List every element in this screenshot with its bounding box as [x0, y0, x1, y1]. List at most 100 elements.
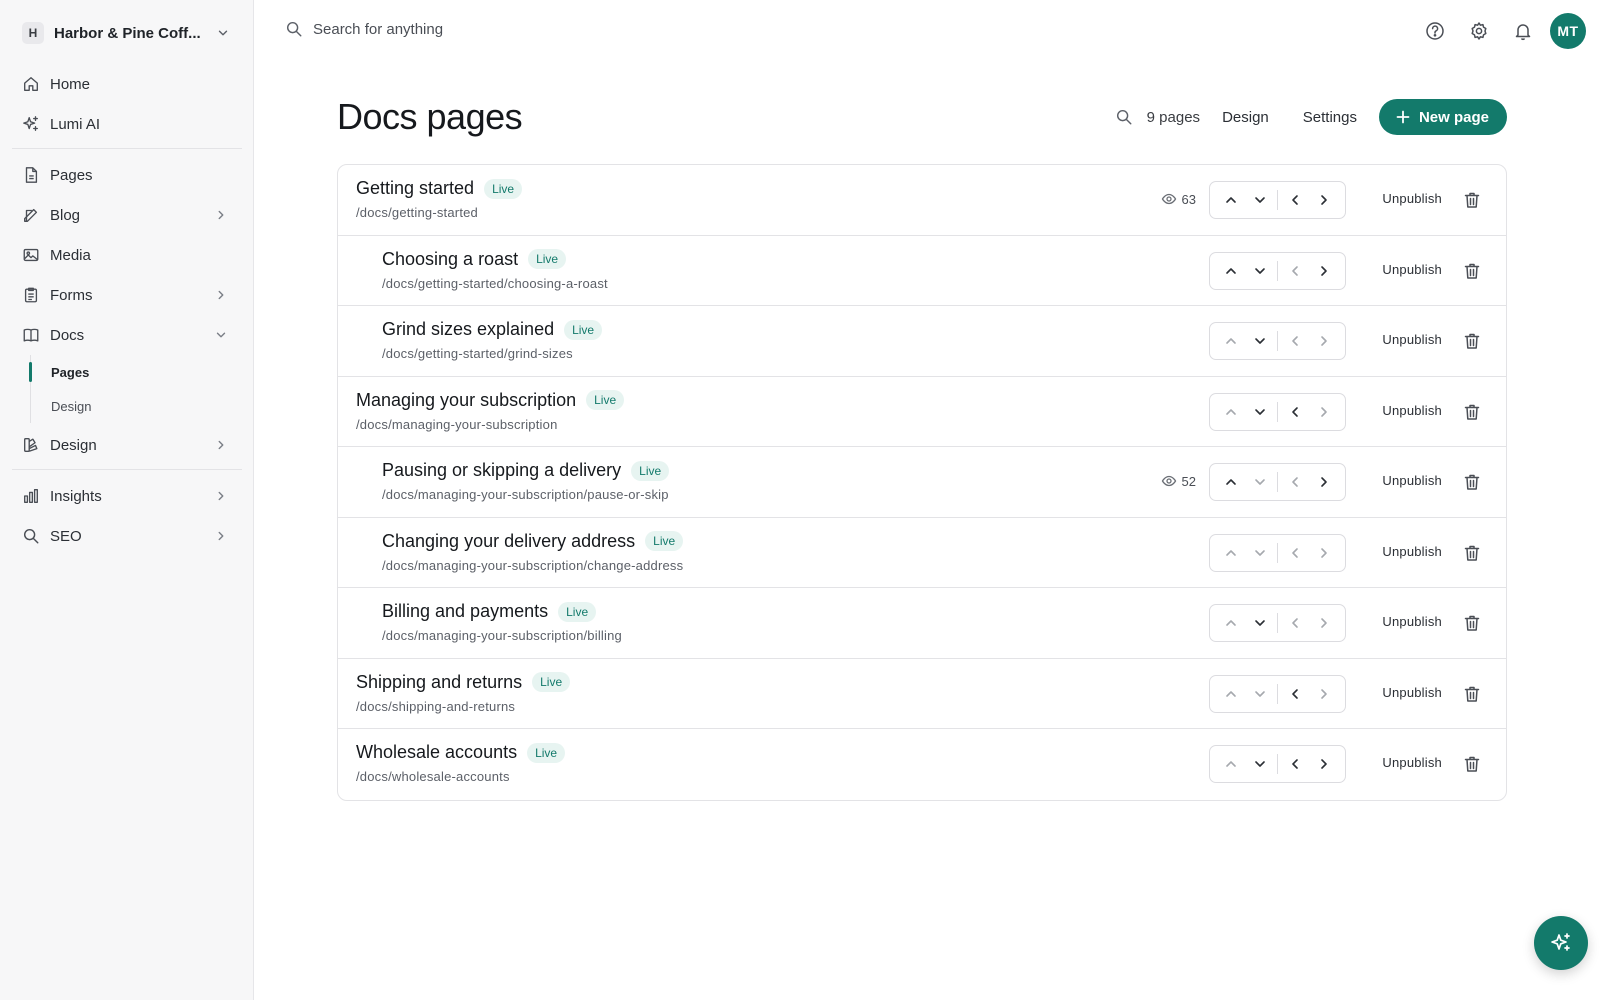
status-badge: Live: [528, 249, 567, 269]
unpublish-button[interactable]: Unpublish: [1382, 614, 1442, 629]
indent-button[interactable]: [1309, 326, 1339, 356]
outdent-button[interactable]: [1280, 749, 1310, 779]
row-title[interactable]: Changing your delivery address: [382, 531, 635, 552]
sidebar-item-label: Design: [50, 436, 97, 454]
unpublish-button[interactable]: Unpublish: [1382, 473, 1442, 488]
sidebar-item-forms[interactable]: Forms: [12, 277, 242, 313]
move-down-button[interactable]: [1246, 608, 1276, 638]
indent-button[interactable]: [1309, 467, 1339, 497]
global-search: [285, 20, 713, 38]
outdent-button[interactable]: [1280, 185, 1310, 215]
row-title[interactable]: Shipping and returns: [356, 672, 522, 693]
search-icon: [1116, 109, 1132, 125]
row-title[interactable]: Billing and payments: [382, 601, 548, 622]
move-up-button[interactable]: [1216, 185, 1246, 215]
control-divider: [1277, 754, 1278, 774]
row-title[interactable]: Wholesale accounts: [356, 742, 517, 763]
indent-button[interactable]: [1309, 608, 1339, 638]
trash-icon[interactable]: [1462, 613, 1482, 633]
trash-icon[interactable]: [1462, 754, 1482, 774]
sidebar-item-blog[interactable]: Blog: [12, 197, 242, 233]
sidebar-item-pages[interactable]: Pages: [12, 157, 242, 193]
unpublish-button[interactable]: Unpublish: [1382, 403, 1442, 418]
outdent-button[interactable]: [1280, 679, 1310, 709]
move-down-button[interactable]: [1246, 397, 1276, 427]
unpublish-button[interactable]: Unpublish: [1382, 332, 1442, 347]
indent-button[interactable]: [1309, 538, 1339, 568]
trash-icon[interactable]: [1462, 472, 1482, 492]
sidebar-item-design[interactable]: Design: [12, 427, 242, 463]
trash-icon[interactable]: [1462, 543, 1482, 563]
row-title-line: Managing your subscription Live: [356, 390, 625, 411]
sidebar-nav: Home Lumi AI Pages Blog Media Forms Docs: [12, 66, 242, 558]
outdent-button[interactable]: [1280, 397, 1310, 427]
move-up-button[interactable]: [1216, 397, 1246, 427]
user-avatar[interactable]: MT: [1550, 13, 1586, 49]
move-up-button[interactable]: [1216, 467, 1246, 497]
table-row: Wholesale accounts Live /docs/wholesale-…: [338, 729, 1506, 800]
sparkles-icon: [23, 116, 38, 131]
workspace-name: Harbor & Pine Coff...: [54, 24, 201, 42]
indent-button[interactable]: [1309, 185, 1339, 215]
move-down-button[interactable]: [1246, 326, 1276, 356]
sidebar-item-seo[interactable]: SEO: [12, 518, 242, 554]
ai-assistant-button[interactable]: [1534, 916, 1588, 970]
trash-icon[interactable]: [1462, 190, 1482, 210]
global-search-input[interactable]: [313, 20, 713, 38]
trash-icon[interactable]: [1462, 684, 1482, 704]
page-search-button[interactable]: [1107, 100, 1141, 134]
help-button[interactable]: [1418, 14, 1452, 48]
settings-button[interactable]: Settings: [1303, 109, 1357, 126]
move-up-button[interactable]: [1216, 749, 1246, 779]
sidebar-item-label: Pages: [50, 166, 93, 184]
move-down-button[interactable]: [1246, 749, 1276, 779]
chevron-up-icon: [1225, 408, 1236, 415]
indent-button[interactable]: [1309, 749, 1339, 779]
unpublish-button[interactable]: Unpublish: [1382, 755, 1442, 770]
row-title[interactable]: Choosing a roast: [382, 249, 518, 270]
settings-button[interactable]: [1462, 14, 1496, 48]
outdent-button[interactable]: [1280, 256, 1310, 286]
sidebar-item-docs[interactable]: Docs: [12, 317, 242, 353]
subnav-item-pages[interactable]: Pages: [29, 355, 242, 389]
move-up-button[interactable]: [1216, 679, 1246, 709]
move-down-button[interactable]: [1246, 538, 1276, 568]
trash-icon[interactable]: [1462, 331, 1482, 351]
move-up-button[interactable]: [1216, 256, 1246, 286]
sidebar-item-insights[interactable]: Insights: [12, 478, 242, 514]
docs-subnav: Pages Design: [29, 355, 242, 423]
indent-button[interactable]: [1309, 256, 1339, 286]
design-button[interactable]: Design: [1222, 109, 1269, 126]
sidebar-item-lumi-ai[interactable]: Lumi AI: [12, 106, 242, 142]
move-up-button[interactable]: [1216, 538, 1246, 568]
subnav-item-design[interactable]: Design: [30, 389, 242, 423]
row-title[interactable]: Grind sizes explained: [382, 319, 554, 340]
move-down-button[interactable]: [1246, 467, 1276, 497]
row-title[interactable]: Pausing or skipping a delivery: [382, 460, 621, 481]
row-title[interactable]: Managing your subscription: [356, 390, 576, 411]
outdent-button[interactable]: [1280, 538, 1310, 568]
unpublish-button[interactable]: Unpublish: [1382, 544, 1442, 559]
outdent-button[interactable]: [1280, 608, 1310, 638]
trash-icon[interactable]: [1462, 402, 1482, 422]
outdent-button[interactable]: [1280, 467, 1310, 497]
row-title[interactable]: Getting started: [356, 178, 474, 199]
indent-button[interactable]: [1309, 679, 1339, 709]
trash-icon[interactable]: [1462, 261, 1482, 281]
reorder-controls: [1209, 745, 1346, 783]
sidebar-item-home[interactable]: Home: [12, 66, 242, 102]
move-down-button[interactable]: [1246, 185, 1276, 215]
unpublish-button[interactable]: Unpublish: [1382, 262, 1442, 277]
move-down-button[interactable]: [1246, 679, 1276, 709]
notifications-button[interactable]: [1506, 14, 1540, 48]
move-up-button[interactable]: [1216, 608, 1246, 638]
unpublish-button[interactable]: Unpublish: [1382, 685, 1442, 700]
outdent-button[interactable]: [1280, 326, 1310, 356]
unpublish-button[interactable]: Unpublish: [1382, 191, 1442, 206]
move-down-button[interactable]: [1246, 256, 1276, 286]
move-up-button[interactable]: [1216, 326, 1246, 356]
new-page-button[interactable]: New page: [1378, 99, 1507, 135]
workspace-switcher[interactable]: H Harbor & Pine Coff...: [12, 16, 240, 50]
sidebar-item-media[interactable]: Media: [12, 237, 242, 273]
indent-button[interactable]: [1309, 397, 1339, 427]
